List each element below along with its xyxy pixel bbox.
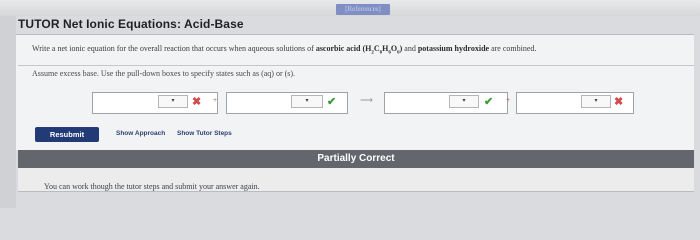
term-2-input[interactable] (226, 92, 290, 114)
instructions-text: Assume excess base. Use the pull-down bo… (32, 69, 296, 78)
reactant-1: ascorbic acid (315, 44, 361, 53)
term-2-state-dropdown[interactable]: ▾ (291, 95, 323, 108)
term-1-incorrect-icon: ✖ (192, 96, 202, 108)
status-banner: Partially Correct (18, 150, 694, 168)
resubmit-button[interactable]: Resubmit (35, 127, 99, 142)
page-title: TUTOR Net Ionic Equations: Acid-Base (18, 17, 244, 31)
divider (18, 65, 694, 66)
term-1-state-dropdown[interactable]: ▾ (158, 95, 188, 108)
question-text: Write a net ionic equation for the overa… (32, 44, 536, 56)
status-message: You can work though the tutor steps and … (44, 182, 260, 191)
references-button[interactable]: [References] (336, 4, 390, 15)
plus-sign-1: + (213, 97, 218, 104)
term-4-incorrect-icon: ✖ (614, 96, 624, 108)
left-margin (0, 16, 16, 208)
term-3-correct-icon: ✔ (484, 96, 494, 108)
reactant-2: potassium hydroxide (417, 44, 490, 53)
question-suffix: are combined. (489, 44, 537, 53)
term-1-input[interactable] (92, 92, 158, 114)
term-3-state-dropdown[interactable]: ▾ (449, 95, 479, 108)
plus-sign-2: + (506, 97, 511, 104)
show-approach-link[interactable]: Show Approach (116, 130, 165, 137)
question-prefix: Write a net ionic equation for the overa… (32, 44, 316, 53)
question-middle: and (402, 44, 418, 53)
show-tutor-steps-link[interactable]: Show Tutor Steps (177, 130, 232, 137)
term-2-correct-icon: ✔ (327, 96, 337, 108)
term-4-state-dropdown[interactable]: ▾ (581, 95, 611, 108)
reaction-arrow: ⟶ (360, 95, 373, 105)
term-4-input[interactable] (516, 92, 580, 114)
reactant-1-formula: (H2C6H6O6) (360, 44, 403, 56)
term-3-input[interactable] (384, 92, 448, 114)
